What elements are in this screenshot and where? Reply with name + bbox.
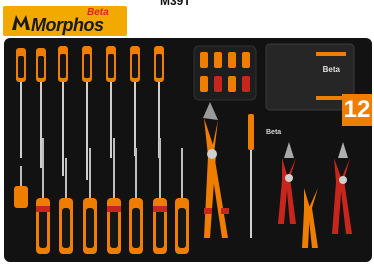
product-code: M39T <box>160 0 191 8</box>
brand-name: Morphos <box>31 15 104 35</box>
tray-number-badge: 12 <box>342 94 372 126</box>
bits-holder <box>193 45 257 101</box>
morphos-mark-icon <box>12 15 30 30</box>
tool-tray-illustration: Beta Beta <box>14 43 355 254</box>
long-nose-pliers <box>203 102 229 238</box>
tool-tray: Beta Beta 12 <box>4 38 372 262</box>
pliers-label: Beta <box>266 129 281 136</box>
tool-case: Beta <box>265 43 355 111</box>
case-label: Beta <box>323 65 341 74</box>
pliers-set: Beta <box>266 129 352 248</box>
precision-screwdriver <box>248 114 254 238</box>
brand-logo: Beta Morphos <box>3 6 127 36</box>
